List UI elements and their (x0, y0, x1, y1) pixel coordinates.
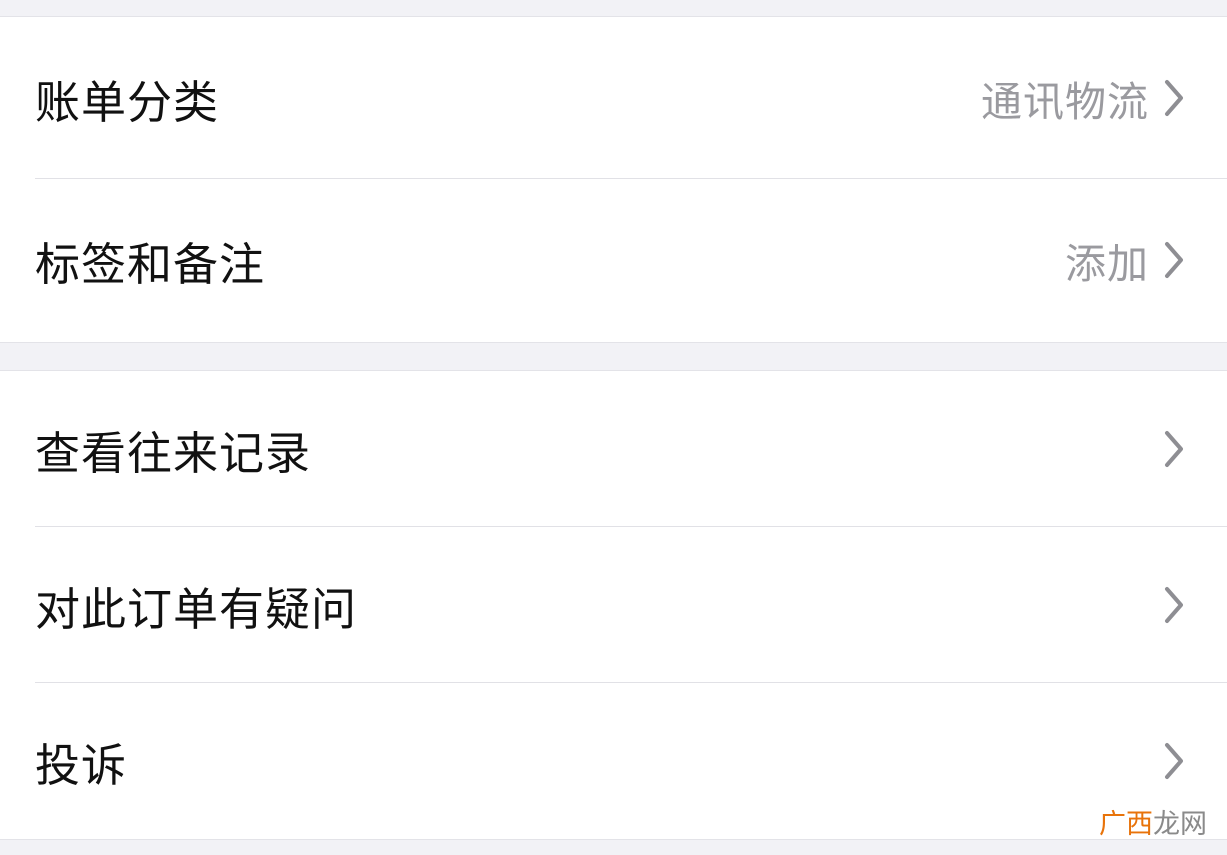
chevron-right-icon (1163, 741, 1185, 781)
tags-notes-value: 添加 (1065, 240, 1149, 288)
bill-settings-section: 账单分类 通讯物流 标签和备注 添加 (0, 16, 1227, 343)
chevron-right-icon (1163, 240, 1185, 280)
chevron-right-icon (1163, 78, 1185, 118)
order-detail-screen: 账单分类 通讯物流 标签和备注 添加 查看往来记录 对此订单有疑问 投诉 广西龙… (0, 0, 1227, 855)
view-history-row[interactable]: 查看往来记录 (0, 371, 1227, 527)
tags-notes-label: 标签和备注 (35, 237, 266, 291)
complaint-row[interactable]: 投诉 (0, 683, 1227, 839)
order-question-label: 对此订单有疑问 (35, 582, 358, 636)
complaint-label: 投诉 (35, 738, 128, 792)
bill-category-row[interactable]: 账单分类 通讯物流 (0, 17, 1227, 179)
tags-notes-row[interactable]: 标签和备注 添加 (0, 179, 1227, 341)
watermark: 广西龙网 (1099, 802, 1207, 841)
order-actions-section: 查看往来记录 对此订单有疑问 投诉 (0, 370, 1227, 840)
order-question-row[interactable]: 对此订单有疑问 (0, 527, 1227, 683)
view-history-label: 查看往来记录 (35, 426, 312, 480)
bill-category-value: 通讯物流 (981, 78, 1149, 126)
watermark-part1: 广西 (1099, 809, 1153, 840)
chevron-right-icon (1163, 585, 1185, 625)
bill-category-label: 账单分类 (35, 75, 220, 129)
chevron-right-icon (1163, 429, 1185, 469)
watermark-part2: 龙网 (1153, 809, 1207, 840)
